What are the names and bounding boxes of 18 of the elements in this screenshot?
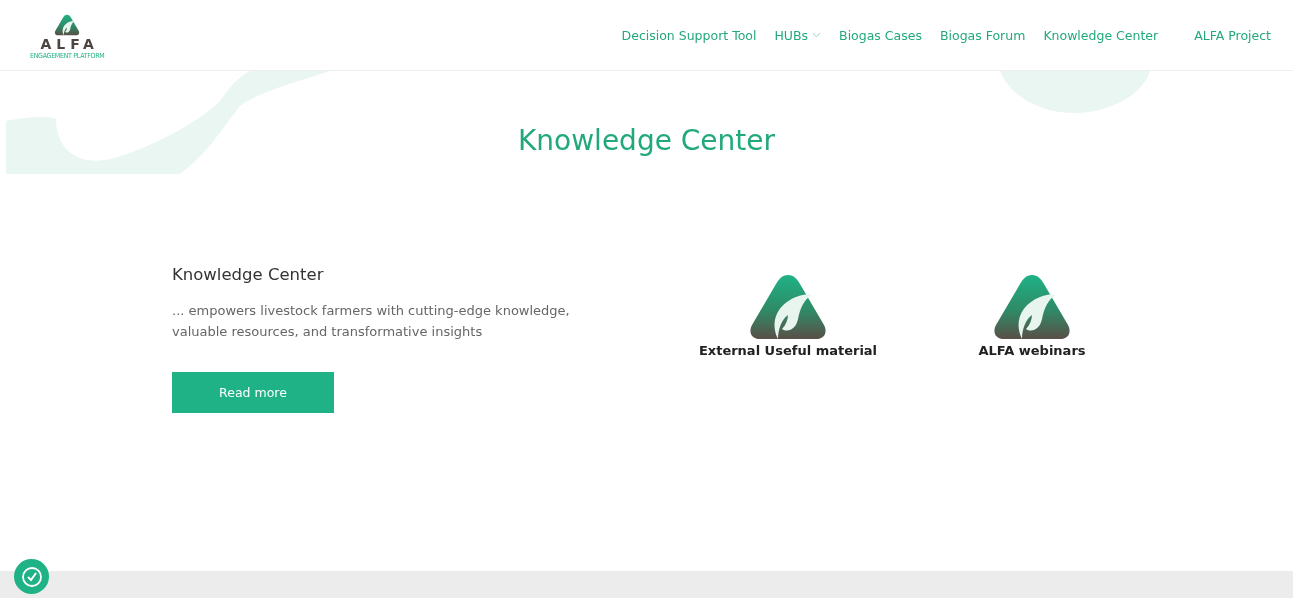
read-more-button[interactable]: Read more <box>172 372 334 413</box>
nav-link[interactable]: Biogas Cases <box>839 27 922 43</box>
tile-label[interactable]: ALFA webinars <box>978 343 1086 358</box>
nav-link[interactable]: Knowledge Center <box>1043 27 1159 43</box>
logo-name[interactable]: ALFA <box>40 36 99 51</box>
leaf-triangle-icon <box>992 273 1072 341</box>
caret-icon <box>812 32 822 38</box>
tile-label[interactable]: External Useful material <box>698 343 878 358</box>
cookie-check-icon <box>19 564 44 589</box>
section-description: ... empowers livestock farmers with cutting-edge knowledge, valuable resources, and transformative insights <box>172 302 571 341</box>
nav-link[interactable]: Biogas Forum <box>939 27 1026 43</box>
nav-link[interactable]: HUBs <box>774 27 822 43</box>
leaf-triangle-icon <box>748 273 828 341</box>
page-title: Knowledge Center <box>517 123 776 157</box>
logo-icon <box>54 13 81 36</box>
nav-link[interactable]: ALFA Project <box>1194 27 1271 43</box>
nav-link[interactable]: Decision Support Tool <box>621 27 757 43</box>
section-heading: Knowledge Center <box>172 265 324 284</box>
